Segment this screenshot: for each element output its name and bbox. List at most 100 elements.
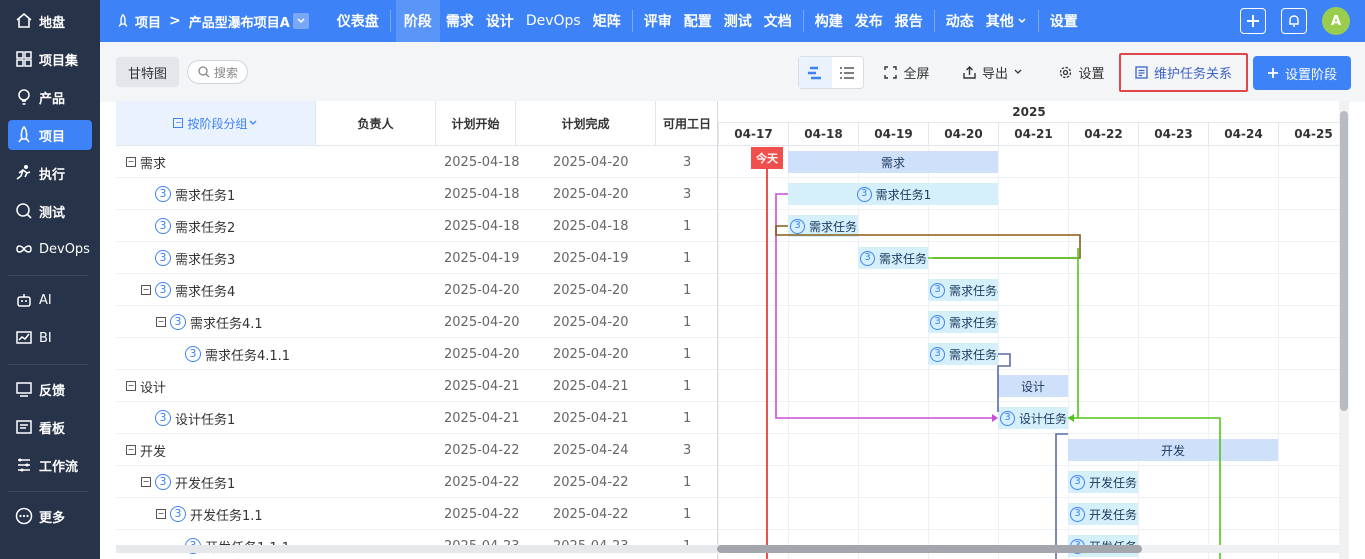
stage-bar[interactable]: 开发 xyxy=(1068,439,1278,461)
sidebar-item-program[interactable]: 项目集 xyxy=(8,44,92,74)
collapse-toggle[interactable]: − xyxy=(126,157,136,167)
nav-release[interactable]: 发布 xyxy=(849,0,889,42)
task-bar[interactable]: 3 开发任务1.1 xyxy=(1068,503,1138,525)
table-row[interactable]: 3 需求任务3 2025-04-19 2025-04-19 1 xyxy=(116,242,718,274)
table-row[interactable]: −3 需求任务4 2025-04-20 2025-04-20 1 xyxy=(116,274,718,306)
gantt-view-button[interactable] xyxy=(799,57,832,88)
task-name[interactable]: 需求任务3 xyxy=(175,249,235,268)
task-name[interactable]: 开发 xyxy=(140,441,166,460)
nav-matrix[interactable]: 矩阵 xyxy=(587,0,627,42)
column-header-end[interactable]: 计划完成 xyxy=(516,101,656,146)
sidebar-item-kanban[interactable]: 看板 xyxy=(8,412,92,442)
vertical-scrollbar[interactable] xyxy=(1339,101,1349,559)
sidebar-item-more[interactable]: 更多 xyxy=(8,501,92,531)
nav-settings[interactable]: 设置 xyxy=(1044,0,1084,42)
table-row[interactable]: 3 需求任务4.1.1 2025-04-20 2025-04-20 1 xyxy=(116,338,718,370)
scrollbar-thumb[interactable] xyxy=(1340,111,1348,411)
task-name[interactable]: 需求任务4 xyxy=(175,281,235,300)
nav-dashboard[interactable]: 仪表盘 xyxy=(331,0,385,42)
task-name[interactable]: 需求任务4.1.1 xyxy=(205,345,290,364)
nav-review[interactable]: 评审 xyxy=(638,0,678,42)
task-name[interactable]: 开发任务1 xyxy=(175,473,235,492)
settings-button[interactable]: 设置 xyxy=(1057,59,1107,85)
collapse-all-toggle[interactable]: − xyxy=(173,118,184,128)
nav-report[interactable]: 报告 xyxy=(889,0,929,42)
project-name[interactable]: 产品型瀑布项目A xyxy=(189,12,290,31)
column-header-owner[interactable]: 负责人 xyxy=(316,101,436,146)
tab-gantt[interactable]: 甘特图 xyxy=(116,57,179,87)
nav-test[interactable]: 测试 xyxy=(718,0,758,42)
scrollbar-thumb[interactable] xyxy=(717,545,1142,553)
table-row[interactable]: 3 需求任务2 2025-04-18 2025-04-18 1 xyxy=(116,210,718,242)
sidebar-item-ai[interactable]: AI xyxy=(8,285,92,315)
search-input[interactable]: 搜索 xyxy=(187,60,248,84)
nav-other[interactable]: 其他 xyxy=(980,0,1033,42)
task-name[interactable]: 需求任务4.1 xyxy=(190,313,263,332)
grid-horizontal-scrollbar[interactable] xyxy=(116,545,717,553)
task-bar[interactable]: 3 需求任务1 xyxy=(788,183,998,205)
task-bar[interactable]: 3 需求任务2 xyxy=(788,215,858,237)
nav-activity[interactable]: 动态 xyxy=(940,0,980,42)
task-name[interactable]: 需求 xyxy=(140,153,166,172)
list-view-button[interactable] xyxy=(832,57,864,88)
horizontal-scrollbar[interactable] xyxy=(717,545,1339,553)
collapse-toggle[interactable]: − xyxy=(141,477,151,487)
nav-devops[interactable]: DevOps xyxy=(520,0,587,42)
avatar[interactable]: A xyxy=(1322,7,1350,35)
collapse-toggle[interactable]: − xyxy=(141,285,151,295)
collapse-toggle[interactable]: − xyxy=(156,509,166,519)
nav-build[interactable]: 构建 xyxy=(809,0,849,42)
nav-design[interactable]: 设计 xyxy=(480,0,520,42)
create-button[interactable] xyxy=(1240,8,1266,34)
sidebar-item-devops[interactable]: DevOps xyxy=(8,234,92,264)
collapse-toggle[interactable]: − xyxy=(126,381,136,391)
export-button[interactable]: 导出 xyxy=(960,59,1026,85)
fullscreen-button[interactable]: 全屏 xyxy=(882,59,932,85)
table-row[interactable]: − 开发 2025-04-22 2025-04-24 3 xyxy=(116,434,718,466)
task-name[interactable]: 需求任务1 xyxy=(175,185,235,204)
task-bar[interactable]: 3 需求任务4.1.1 xyxy=(928,343,998,365)
table-row[interactable]: −3 开发任务1 2025-04-22 2025-04-22 1 xyxy=(116,466,718,498)
notification-button[interactable] xyxy=(1281,8,1307,34)
column-group-header[interactable]: − 按阶段分组 xyxy=(116,101,316,146)
table-row[interactable]: − 设计 2025-04-21 2025-04-21 1 xyxy=(116,370,718,402)
collapse-toggle[interactable]: − xyxy=(156,317,166,327)
stage-bar[interactable]: 需求 xyxy=(788,151,998,173)
collapse-toggle[interactable]: − xyxy=(126,445,136,455)
table-row[interactable]: − 需求 2025-04-18 2025-04-20 3 xyxy=(116,146,718,178)
breadcrumb-root[interactable]: 项目 xyxy=(135,12,161,31)
sidebar-item-home[interactable]: 地盘 xyxy=(8,6,92,36)
task-name[interactable]: 设计任务1 xyxy=(175,409,235,428)
task-bar[interactable]: 3 需求任务3 xyxy=(858,247,928,269)
nav-config[interactable]: 配置 xyxy=(678,0,718,42)
column-header-workdays[interactable]: 可用工日 xyxy=(656,101,718,146)
sidebar-item-bi[interactable]: BI xyxy=(8,323,92,353)
task-bar[interactable]: 3 设计任务1 xyxy=(998,407,1068,429)
task-bar[interactable]: 3 需求任务4 xyxy=(928,279,998,301)
project-switch-button[interactable] xyxy=(292,13,309,29)
table-row[interactable]: 3 设计任务1 2025-04-21 2025-04-21 1 xyxy=(116,402,718,434)
sidebar-item-product[interactable]: 产品 xyxy=(8,82,92,112)
table-row[interactable]: −3 需求任务4.1 2025-04-20 2025-04-20 1 xyxy=(116,306,718,338)
table-row[interactable]: −3 开发任务1.1 2025-04-22 2025-04-22 1 xyxy=(116,498,718,530)
nav-divider xyxy=(389,10,391,32)
set-stage-button[interactable]: 设置阶段 xyxy=(1253,56,1351,90)
nav-requirement[interactable]: 需求 xyxy=(440,0,480,42)
stage-bar[interactable]: 设计 xyxy=(998,375,1068,397)
sidebar-item-workflow[interactable]: 工作流 xyxy=(8,450,92,480)
nav-doc[interactable]: 文档 xyxy=(758,0,798,42)
sidebar-item-feedback[interactable]: 反馈 xyxy=(8,374,92,404)
nav-stage[interactable]: 阶段 xyxy=(395,0,440,42)
sidebar-item-label: AI xyxy=(39,292,52,308)
sidebar-item-test[interactable]: 测试 xyxy=(8,196,92,226)
sidebar-item-execution[interactable]: 执行 xyxy=(8,158,92,188)
task-name[interactable]: 开发任务1.1 xyxy=(190,505,263,524)
task-name[interactable]: 设计 xyxy=(140,377,166,396)
task-bar[interactable]: 3 开发任务1 xyxy=(1068,471,1138,493)
table-row[interactable]: 3 需求任务1 2025-04-18 2025-04-20 3 xyxy=(116,178,718,210)
column-header-start[interactable]: 计划开始 xyxy=(436,101,516,146)
task-bar[interactable]: 3 需求任务4.1 xyxy=(928,311,998,333)
sidebar-item-project[interactable]: 项目 xyxy=(8,120,92,150)
maintain-task-relation-button[interactable]: 维护任务关系 xyxy=(1119,53,1248,92)
task-name[interactable]: 需求任务2 xyxy=(175,217,235,236)
